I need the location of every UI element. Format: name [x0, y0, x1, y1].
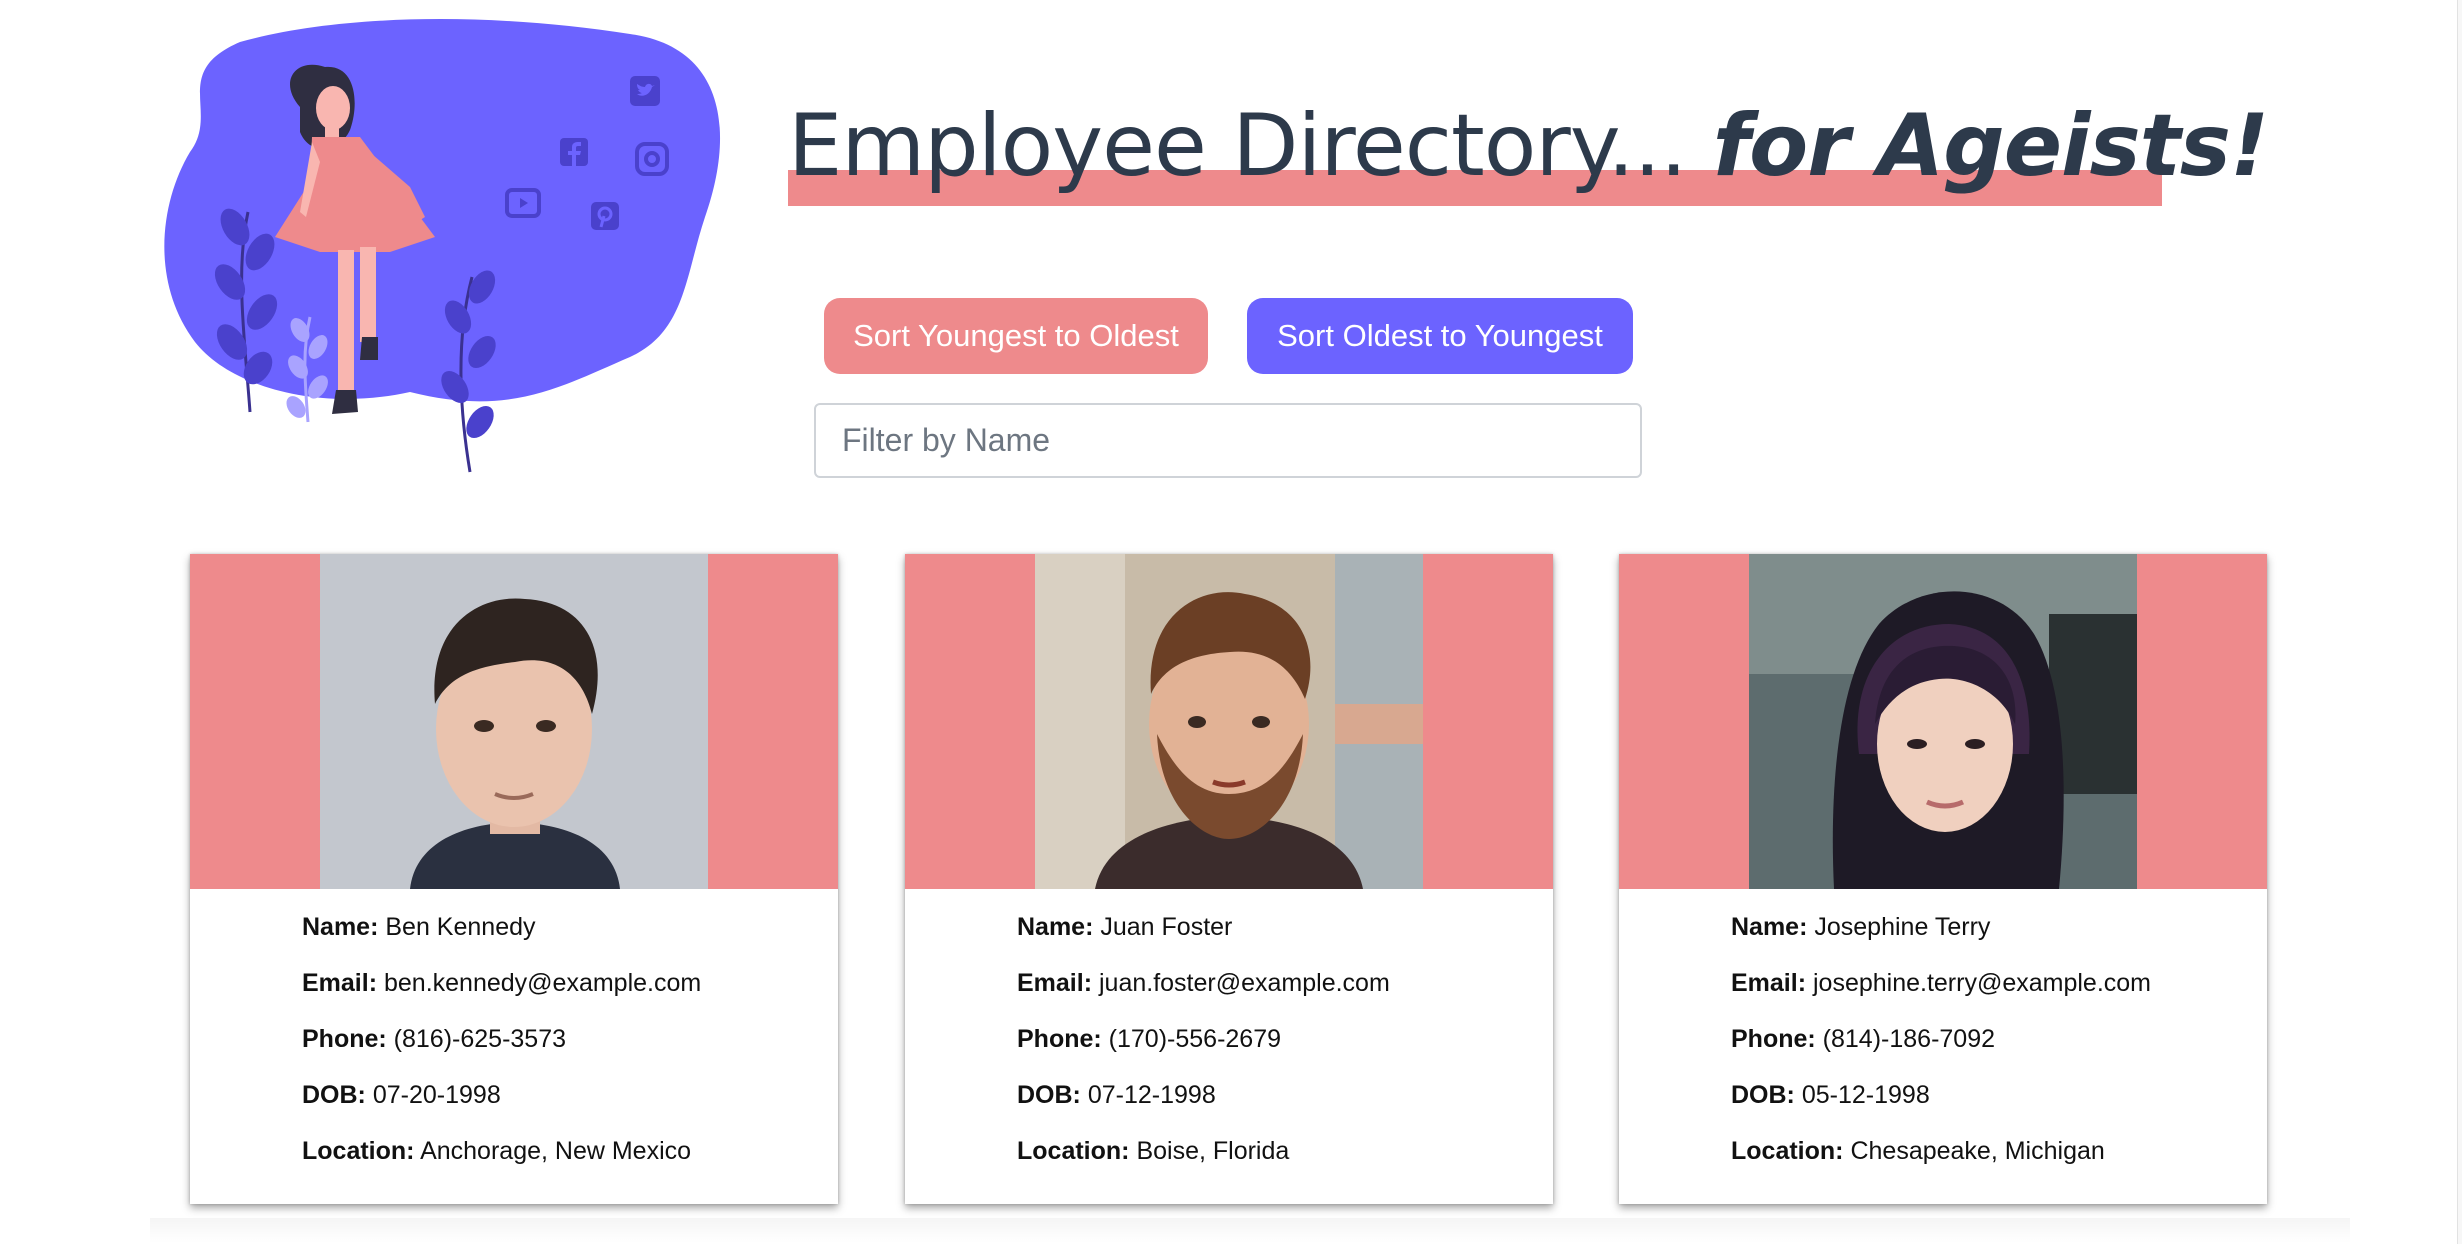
employee-card: Name: Josephine Terry Email: josephine.t… [1619, 554, 2267, 1204]
employee-phone-row: Phone: (814)-186-7092 [1731, 1021, 2151, 1077]
employee-name-row: Name: Josephine Terry [1731, 909, 2151, 965]
employee-photo [1749, 554, 2137, 889]
employee-email: josephine.terry@example.com [1812, 969, 2152, 997]
email-label: Email: [302, 969, 378, 997]
employee-email: juan.foster@example.com [1098, 969, 1390, 997]
email-label: Email: [1017, 969, 1093, 997]
employee-info: Name: Juan Foster Email: juan.foster@exa… [1017, 909, 1390, 1189]
employee-name-row: Name: Ben Kennedy [302, 909, 701, 965]
name-label: Name: [1731, 913, 1808, 941]
employee-phone: (814)-186-7092 [1822, 1025, 1996, 1053]
employee-location: Chesapeake, Michigan [1850, 1137, 2105, 1165]
employee-info: Name: Josephine Terry Email: josephine.t… [1731, 909, 2151, 1189]
sort-oldest-button[interactable]: Sort Oldest to Youngest [1247, 298, 1633, 374]
employee-dob-row: DOB: 07-20-1998 [302, 1077, 701, 1133]
page-footer-shadow [150, 1218, 2350, 1244]
page-title: Employee Directory... for Ageists! [788, 86, 2269, 206]
employee-location-row: Location: Anchorage, New Mexico [302, 1133, 701, 1189]
employee-dob-row: DOB: 07-12-1998 [1017, 1077, 1390, 1133]
facebook-icon [560, 138, 588, 166]
title-block: Employee Directory... for Ageists! [788, 86, 2269, 206]
phone-label: Phone: [1017, 1025, 1102, 1053]
employee-name: Juan Foster [1100, 913, 1233, 941]
employee-dob: 07-12-1998 [1087, 1081, 1216, 1109]
employee-location-row: Location: Boise, Florida [1017, 1133, 1390, 1189]
page-scrollbar[interactable] [2457, 0, 2462, 1244]
employee-dob: 05-12-1998 [1801, 1081, 1930, 1109]
employee-location: Anchorage, New Mexico [420, 1137, 692, 1165]
location-label: Location: [302, 1137, 415, 1165]
employee-name: Ben Kennedy [385, 913, 536, 941]
filter-name-input[interactable] [814, 403, 1642, 478]
phone-label: Phone: [302, 1025, 387, 1053]
location-label: Location: [1017, 1137, 1130, 1165]
employee-email-row: Email: ben.kennedy@example.com [302, 965, 701, 1021]
employee-phone-row: Phone: (170)-556-2679 [1017, 1021, 1390, 1077]
email-label: Email: [1731, 969, 1807, 997]
location-label: Location: [1731, 1137, 1844, 1165]
employee-photo [1035, 554, 1423, 889]
employee-email: ben.kennedy@example.com [383, 969, 702, 997]
dob-label: DOB: [1017, 1081, 1081, 1109]
employee-phone: (816)-625-3573 [393, 1025, 567, 1053]
dob-label: DOB: [302, 1081, 366, 1109]
sort-youngest-button[interactable]: Sort Youngest to Oldest [824, 298, 1208, 374]
employee-phone: (170)-556-2679 [1108, 1025, 1282, 1053]
employee-card: Name: Juan Foster Email: juan.foster@exa… [905, 554, 1553, 1204]
name-label: Name: [1017, 913, 1094, 941]
pinterest-icon [591, 202, 619, 230]
employee-email-row: Email: josephine.terry@example.com [1731, 965, 2151, 1021]
employee-photo [320, 554, 708, 889]
employee-name: Josephine Terry [1814, 913, 1991, 941]
dob-label: DOB: [1731, 1081, 1795, 1109]
employee-info: Name: Ben Kennedy Email: ben.kennedy@exa… [302, 909, 701, 1189]
phone-label: Phone: [1731, 1025, 1816, 1053]
name-label: Name: [302, 913, 379, 941]
page-title-emphasis: for Ageists! [1712, 96, 2269, 196]
employee-name-row: Name: Juan Foster [1017, 909, 1390, 965]
employee-dob: 07-20-1998 [372, 1081, 501, 1109]
employee-phone-row: Phone: (816)-625-3573 [302, 1021, 701, 1077]
employee-card: Name: Ben Kennedy Email: ben.kennedy@exa… [190, 554, 838, 1204]
twitter-icon [630, 76, 660, 106]
employee-dob-row: DOB: 05-12-1998 [1731, 1077, 2151, 1133]
hero-illustration [164, 19, 721, 473]
employee-email-row: Email: juan.foster@example.com [1017, 965, 1390, 1021]
page-title-main: Employee Directory... [788, 96, 1687, 196]
employee-location-row: Location: Chesapeake, Michigan [1731, 1133, 2151, 1189]
employee-location: Boise, Florida [1136, 1137, 1290, 1165]
